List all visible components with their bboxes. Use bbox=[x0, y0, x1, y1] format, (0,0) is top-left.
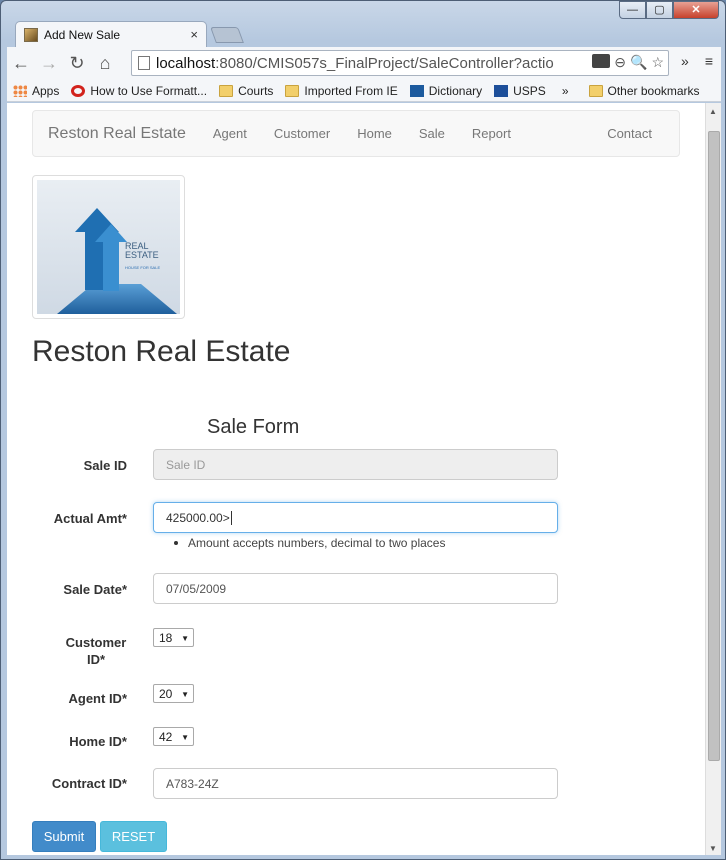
logo-text: REAL ESTATE bbox=[125, 241, 159, 260]
vertical-scrollbar[interactable]: ▲ ▼ bbox=[705, 103, 721, 855]
agent-id-label: Agent ID* bbox=[68, 691, 128, 706]
tab-title: Add New Sale bbox=[44, 27, 121, 42]
form-title: Sale Form bbox=[207, 416, 300, 438]
bookmark-imported-from-ie[interactable]: Imported From IE bbox=[285, 84, 398, 98]
window-controls: — ▢ ✕ bbox=[619, 1, 719, 19]
back-arrow-icon[interactable]: ← bbox=[7, 50, 35, 78]
dictionary-icon bbox=[409, 84, 424, 97]
logo-thumbnail: REAL ESTATE HOUSE FOR SALE bbox=[32, 175, 185, 319]
page-viewport: Reston Real Estate Agent Customer Home S… bbox=[7, 103, 705, 855]
tab-close-icon[interactable]: × bbox=[190, 27, 198, 42]
omnibox-icons: ⊖ 🔍 ☆ bbox=[592, 54, 664, 71]
nav-report[interactable]: Report bbox=[472, 126, 511, 141]
customer-id-label: Customer ID* bbox=[65, 635, 127, 667]
nav-sale[interactable]: Sale bbox=[419, 126, 445, 141]
nav-agent[interactable]: Agent bbox=[213, 126, 247, 141]
home-id-label: Home ID* bbox=[69, 734, 127, 749]
actual-amt-label: Actual Amt* bbox=[53, 511, 127, 526]
sale-id-label: Sale ID bbox=[83, 458, 127, 473]
maximize-button[interactable]: ▢ bbox=[646, 1, 673, 19]
chevron-down-icon: ▼ bbox=[181, 634, 189, 643]
folder-icon bbox=[219, 84, 234, 97]
bookmark-how-to-use[interactable]: How to Use Formatt... bbox=[71, 84, 207, 98]
home-id-select[interactable]: 42 ▼ bbox=[153, 727, 194, 746]
extensions-overflow-icon[interactable]: » bbox=[681, 53, 689, 69]
zoom-icon[interactable]: 🔍 bbox=[630, 54, 647, 71]
browser-tab[interactable]: Add New Sale × bbox=[15, 21, 207, 47]
nav-contact[interactable]: Contact bbox=[607, 126, 652, 141]
forward-arrow-icon[interactable]: → bbox=[35, 50, 63, 78]
navbar-brand[interactable]: Reston Real Estate bbox=[48, 125, 186, 143]
minimize-button[interactable]: — bbox=[619, 1, 646, 19]
folder-icon bbox=[285, 84, 300, 97]
site-navbar: Reston Real Estate Agent Customer Home S… bbox=[32, 110, 680, 157]
browser-window: — ▢ ✕ Add New Sale × ← → ↻ ⌂ localhost:8… bbox=[0, 0, 726, 860]
page-title: Reston Real Estate bbox=[32, 335, 291, 368]
close-window-button[interactable]: ✕ bbox=[673, 1, 719, 19]
menu-icon[interactable]: ≡ bbox=[705, 53, 713, 69]
home-icon[interactable]: ⌂ bbox=[91, 50, 119, 78]
customer-id-select[interactable]: 18 ▼ bbox=[153, 628, 194, 647]
logo-tagline: HOUSE FOR SALE bbox=[125, 265, 161, 270]
sale-id-field: Sale ID bbox=[153, 449, 558, 480]
scroll-thumb[interactable] bbox=[708, 131, 720, 761]
star-icon[interactable]: ☆ bbox=[651, 54, 664, 71]
agent-id-select[interactable]: 20 ▼ bbox=[153, 684, 194, 703]
scroll-up-icon[interactable]: ▲ bbox=[709, 107, 717, 116]
browser-toolbar: ← → ↻ ⌂ localhost:8080/CMIS057s_FinalPro… bbox=[7, 47, 721, 80]
nav-customer[interactable]: Customer bbox=[274, 126, 330, 141]
bookmarks-overflow[interactable]: » bbox=[562, 84, 569, 98]
scroll-down-icon[interactable]: ▼ bbox=[709, 844, 717, 853]
submit-button[interactable]: Submit bbox=[32, 821, 96, 852]
bookmark-courts[interactable]: Courts bbox=[219, 84, 273, 98]
bookmark-usps[interactable]: USPS bbox=[494, 84, 546, 98]
actual-amt-field[interactable]: 425000.00> bbox=[153, 502, 558, 533]
real-estate-logo: REAL ESTATE HOUSE FOR SALE bbox=[37, 180, 180, 314]
tab-favicon-icon bbox=[24, 27, 38, 42]
address-bar[interactable]: localhost:8080/CMIS057s_FinalProject/Sal… bbox=[131, 50, 669, 76]
new-tab-button[interactable] bbox=[210, 27, 244, 43]
chevron-down-icon: ▼ bbox=[181, 733, 189, 742]
zoom-out-icon[interactable]: ⊖ bbox=[614, 54, 626, 71]
bookmark-apps[interactable]: Apps bbox=[13, 84, 59, 98]
actual-amt-hint: Amount accepts numbers, decimal to two p… bbox=[174, 536, 445, 550]
contract-id-label: Contract ID* bbox=[51, 776, 127, 791]
contract-id-field[interactable]: A783-24Z bbox=[153, 768, 558, 799]
usps-icon bbox=[494, 84, 509, 97]
bookmark-dictionary[interactable]: Dictionary bbox=[409, 84, 482, 98]
toolbar-right: » ≡ bbox=[681, 53, 713, 69]
url-text: localhost:8080/CMIS057s_FinalProject/Sal… bbox=[156, 54, 554, 72]
apps-icon bbox=[13, 84, 27, 97]
reset-button[interactable]: RESET bbox=[100, 821, 167, 852]
bookmark-other[interactable]: Other bookmarks bbox=[588, 84, 700, 98]
nav-home[interactable]: Home bbox=[357, 126, 392, 141]
opera-icon bbox=[71, 84, 86, 97]
sale-date-label: Sale Date* bbox=[63, 582, 127, 597]
folder-icon bbox=[588, 84, 603, 97]
bookmarks-bar: Apps How to Use Formatt... Courts Import… bbox=[7, 80, 721, 102]
sale-date-field[interactable]: 07/05/2009 bbox=[153, 573, 558, 604]
page-icon bbox=[138, 56, 150, 70]
reload-icon[interactable]: ↻ bbox=[63, 50, 91, 78]
translate-icon[interactable] bbox=[592, 54, 611, 68]
chevron-down-icon: ▼ bbox=[181, 690, 189, 699]
